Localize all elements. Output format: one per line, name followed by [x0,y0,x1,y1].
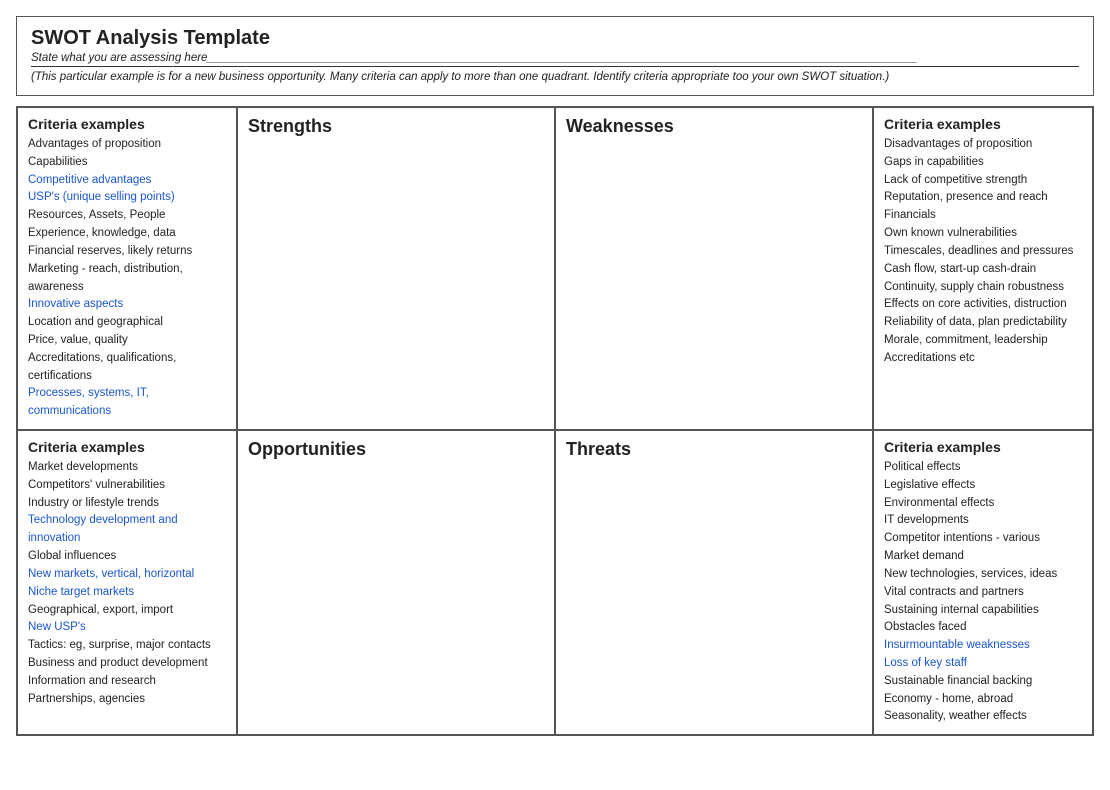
list-item: Capabilities [28,154,226,172]
subtitle: State what you are assessing here_______… [31,52,1079,67]
list-item: New USP's [28,619,226,637]
opportunities-cell: Opportunities [237,430,555,735]
strengths-heading: Strengths [248,116,544,137]
top-left-criteria-heading: Criteria examples [28,116,226,132]
top-left-criteria-items: Advantages of propositionCapabilitiesCom… [28,136,226,421]
list-item: Financial reserves, likely returns [28,243,226,261]
list-item: USP's (unique selling points) [28,189,226,207]
list-item: Resources, Assets, People [28,207,226,225]
list-item: Sustaining internal capabilities [884,602,1082,620]
bottom-left-criteria-cell: Criteria examples Market developmentsCom… [17,430,237,735]
list-item: Cash flow, start-up cash-drain [884,261,1082,279]
list-item: Tactics: eg, surprise, major contacts [28,637,226,655]
description: (This particular example is for a new bu… [31,71,1079,83]
bottom-left-criteria-items: Market developmentsCompetitors' vulnerab… [28,459,226,708]
list-item: Innovative aspects [28,296,226,314]
list-item: Insurmountable weaknesses [884,637,1082,655]
top-left-criteria-cell: Criteria examples Advantages of proposit… [17,107,237,430]
list-item: Price, value, quality [28,332,226,350]
list-item: Market demand [884,548,1082,566]
list-item: Timescales, deadlines and pressures [884,243,1082,261]
list-item: New technologies, services, ideas [884,566,1082,584]
top-right-criteria-cell: Criteria examples Disadvantages of propo… [873,107,1093,430]
list-item: Disadvantages of proposition [884,136,1082,154]
weaknesses-heading: Weaknesses [566,116,862,137]
list-item: IT developments [884,512,1082,530]
list-item: Experience, knowledge, data [28,225,226,243]
threats-heading: Threats [566,439,862,460]
list-item: Accreditations etc [884,350,1082,368]
list-item: Gaps in capabilities [884,154,1082,172]
list-item: Market developments [28,459,226,477]
list-item: Marketing - reach, distribution, awarene… [28,261,226,297]
list-item: Location and geographical [28,314,226,332]
top-right-criteria-items: Disadvantages of propositionGaps in capa… [884,136,1082,368]
list-item: Competitor intentions - various [884,530,1082,548]
strengths-cell: Strengths [237,107,555,430]
list-item: Global influences [28,548,226,566]
page-title: SWOT Analysis Template [31,27,1079,50]
list-item: Partnerships, agencies [28,691,226,709]
list-item: Niche target markets [28,584,226,602]
header-box: SWOT Analysis Template State what you ar… [16,16,1094,96]
list-item: Obstacles faced [884,619,1082,637]
bottom-right-criteria-cell: Criteria examples Political effectsLegis… [873,430,1093,735]
list-item: Technology development and innovation [28,512,226,548]
list-item: Competitors' vulnerabilities [28,477,226,495]
list-item: New markets, vertical, horizontal [28,566,226,584]
list-item: Reliability of data, plan predictability [884,314,1082,332]
bottom-left-criteria-heading: Criteria examples [28,439,226,455]
list-item: Own known vulnerabilities [884,225,1082,243]
list-item: Effects on core activities, distruction [884,296,1082,314]
bottom-right-criteria-heading: Criteria examples [884,439,1082,455]
list-item: Legislative effects [884,477,1082,495]
weaknesses-cell: Weaknesses [555,107,873,430]
list-item: Loss of key staff [884,655,1082,673]
list-item: Financials [884,207,1082,225]
list-item: Competitive advantages [28,172,226,190]
swot-grid: Criteria examples Advantages of proposit… [16,106,1094,736]
list-item: Environmental effects [884,495,1082,513]
list-item: Industry or lifestyle trends [28,495,226,513]
threats-cell: Threats [555,430,873,735]
list-item: Reputation, presence and reach [884,189,1082,207]
list-item: Business and product development [28,655,226,673]
list-item: Sustainable financial backing [884,673,1082,691]
opportunities-heading: Opportunities [248,439,544,460]
list-item: Geographical, export, import [28,602,226,620]
list-item: Economy - home, abroad [884,691,1082,709]
list-item: Continuity, supply chain robustness [884,279,1082,297]
list-item: Seasonality, weather effects [884,708,1082,726]
list-item: Morale, commitment, leadership [884,332,1082,350]
list-item: Accreditations, qualifications, certific… [28,350,226,386]
list-item: Lack of competitive strength [884,172,1082,190]
list-item: Information and research [28,673,226,691]
top-right-criteria-heading: Criteria examples [884,116,1082,132]
list-item: Processes, systems, IT, communications [28,385,226,421]
bottom-right-criteria-items: Political effectsLegislative effectsEnvi… [884,459,1082,726]
list-item: Political effects [884,459,1082,477]
list-item: Advantages of proposition [28,136,226,154]
list-item: Vital contracts and partners [884,584,1082,602]
